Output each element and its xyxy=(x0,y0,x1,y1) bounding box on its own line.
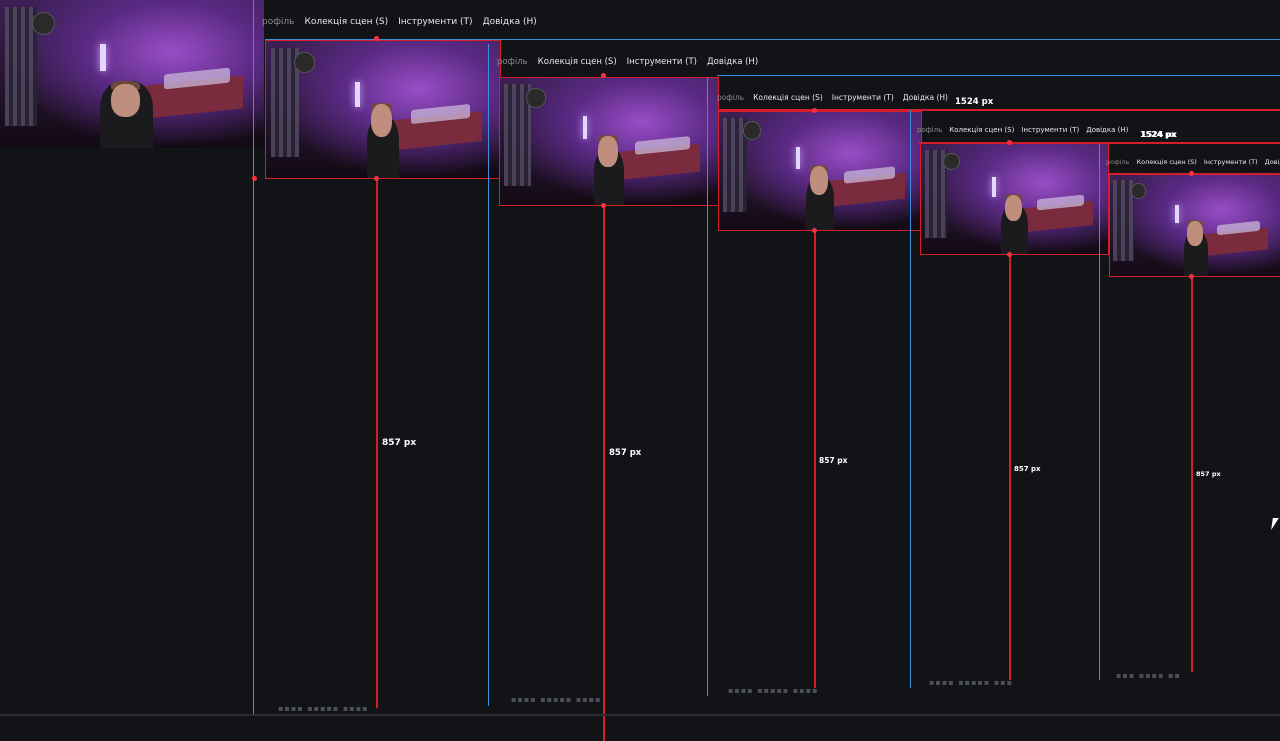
preview-1 xyxy=(265,40,501,179)
handle-dot xyxy=(1189,274,1194,279)
menu-scene-collection[interactable]: Колекція сцен (S) xyxy=(304,17,388,27)
status-text-3: ▪▪▪▪ ▪▪▪▪▪ ▪▪▪▪ xyxy=(728,686,819,695)
menu-profile[interactable]: рофіль xyxy=(917,126,942,134)
menubar-3: рофіль Колекція сцен (S) Інструменти (T)… xyxy=(717,93,948,102)
top-guide-2 xyxy=(717,75,1280,76)
handle-dot xyxy=(374,36,379,41)
height-guide-2 xyxy=(603,205,605,741)
menubar-5: рофіль Колекція сцен (S) Інструменти (T)… xyxy=(1106,158,1280,166)
menu-profile[interactable]: рофіль xyxy=(497,57,528,67)
height-label-5: 857 px xyxy=(1196,470,1221,478)
handle-dot xyxy=(252,176,257,181)
menu-tools[interactable]: Інструменти (T) xyxy=(398,17,472,27)
handle-dot xyxy=(374,176,379,181)
height-guide-3 xyxy=(814,230,816,688)
height-label-1: 857 px xyxy=(382,438,417,448)
menu-tools[interactable]: Інструменти (T) xyxy=(627,57,697,67)
height-label-4: 857 px xyxy=(1014,465,1041,473)
height-guide-5 xyxy=(1191,276,1193,672)
menu-help[interactable]: Довідка (H) xyxy=(903,93,948,102)
menubar-4: рофіль Колекція сцен (S) Інструменти (T)… xyxy=(917,126,1128,134)
menu-help[interactable]: Довідка (H) xyxy=(1086,126,1128,134)
height-guide-4 xyxy=(1009,254,1011,680)
status-text-4: ▪▪▪▪ ▪▪▪▪▪ ▪▪▪ xyxy=(929,678,1014,687)
menu-scene-collection[interactable]: Колекція сцен (S) xyxy=(1136,158,1196,166)
menu-help[interactable]: Довідка (H) xyxy=(707,57,758,67)
menubar-2: рофіль Колекція сцен (S) Інструменти (T)… xyxy=(497,57,758,67)
menu-scene-collection[interactable]: Колекція сцен (S) xyxy=(538,57,617,67)
status-text-1: ▪▪▪▪ ▪▪▪▪▪ ▪▪▪▪ xyxy=(278,704,369,713)
menu-scene-collection[interactable]: Колекція сцен (S) xyxy=(949,126,1014,134)
height-guide-1 xyxy=(376,178,378,708)
menu-profile[interactable]: рофіль xyxy=(262,17,294,27)
preview-5 xyxy=(1109,174,1280,277)
handle-dot xyxy=(601,73,606,78)
bottom-guide xyxy=(0,714,1280,716)
status-text-2: ▪▪▪▪ ▪▪▪▪▪ ▪▪▪▪ xyxy=(511,695,602,704)
preview-2 xyxy=(499,77,719,206)
handle-dot xyxy=(1189,171,1194,176)
preview-4 xyxy=(920,143,1109,255)
status-text-5: ▪▪▪ ▪▪▪▪ ▪▪ xyxy=(1116,671,1181,680)
width-label-top: 1524 px xyxy=(1140,130,1176,139)
nested-window-5: рофіль Колекція сцен (S) Інструменти (T)… xyxy=(1099,144,1280,680)
preview-3 xyxy=(718,111,922,231)
handle-dot xyxy=(812,108,817,113)
handle-dot xyxy=(1007,252,1012,257)
handle-dot xyxy=(1007,140,1012,145)
handle-dot xyxy=(601,203,606,208)
menubar-1: рофіль Колекція сцен (S) Інструменти (T)… xyxy=(262,17,537,27)
menu-help[interactable]: Довідка ( xyxy=(1265,158,1280,166)
handle-dot xyxy=(812,228,817,233)
menu-profile[interactable]: рофіль xyxy=(717,93,744,102)
webcam-overlay xyxy=(0,0,264,148)
menu-tools[interactable]: Інструменти (T) xyxy=(832,93,894,102)
menu-tools[interactable]: Інструменти (T) xyxy=(1021,126,1079,134)
menu-tools[interactable]: Інструменти (T) xyxy=(1204,158,1258,166)
menu-help[interactable]: Довідка (H) xyxy=(483,17,537,27)
menu-profile[interactable]: рофіль xyxy=(1106,158,1129,166)
width-label-3: 1524 px xyxy=(955,97,994,107)
height-label-2: 857 px xyxy=(609,448,642,458)
menu-scene-collection[interactable]: Колекція сцен (S) xyxy=(753,93,823,102)
height-label-3: 857 px xyxy=(819,456,848,465)
